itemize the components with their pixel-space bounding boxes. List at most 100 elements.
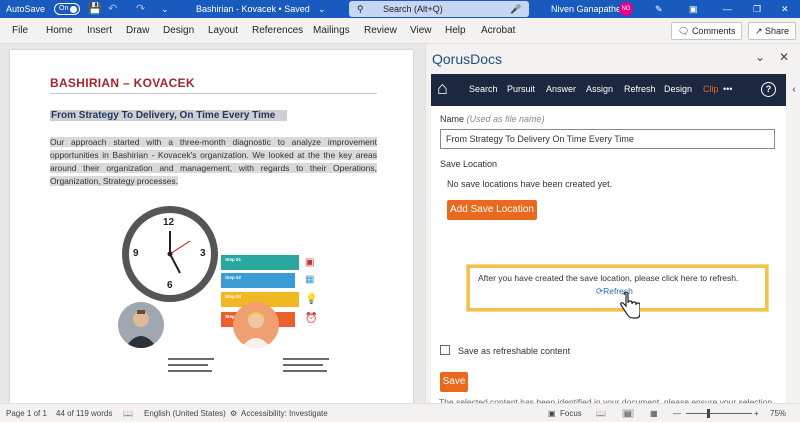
name-field[interactable]: From Strategy To Delivery On Time Every … [440, 129, 775, 149]
doc-heading: BASHIRIAN – KOVACEK [50, 76, 195, 90]
menu-draw[interactable]: Draw [126, 25, 149, 36]
nav-search[interactable]: Search [469, 84, 498, 94]
avatar[interactable]: NG [619, 2, 633, 16]
businesswoman-figure [241, 312, 271, 348]
menu-design[interactable]: Design [163, 25, 194, 36]
clock-hands [167, 231, 191, 274]
focus-button[interactable]: Focus [560, 409, 582, 418]
document-page[interactable] [10, 50, 413, 403]
menu-file[interactable]: File [12, 25, 28, 36]
autosave-state: On [59, 5, 69, 12]
heading-divider [50, 93, 377, 94]
pane-close-icon[interactable]: ✕ [779, 50, 789, 64]
read-mode-icon[interactable]: 📖 [596, 409, 606, 418]
pen-icon[interactable]: ✎ [655, 0, 663, 18]
nav-design[interactable]: Design [664, 84, 692, 94]
language[interactable]: English (United States) [144, 409, 226, 418]
menu-insert[interactable]: Insert [87, 25, 112, 36]
share-icon: ↗ [755, 26, 766, 36]
menu-acrobat[interactable]: Acrobat [481, 25, 515, 36]
save-button[interactable]: Save [440, 372, 468, 392]
minimize-icon[interactable]: — [723, 0, 732, 18]
clock-face: 12 3 6 9 [129, 213, 211, 295]
menu-references[interactable]: References [252, 25, 303, 36]
page-count[interactable]: Page 1 of 1 [6, 409, 47, 418]
save-icon[interactable]: 💾 [88, 0, 102, 18]
title-bar: AutoSave On 💾 ↶ ↷ ⌄ Bashirian - Kovacek … [0, 0, 800, 18]
word-count[interactable]: 44 of 119 words [56, 409, 112, 418]
money-icon: ▣ [305, 257, 315, 268]
name-label-text: Name [440, 114, 465, 124]
customize-icon[interactable]: ⌄ [161, 0, 169, 18]
print-layout-icon[interactable]: ▤ [622, 409, 634, 418]
add-save-location-button[interactable]: Add Save Location [447, 200, 537, 220]
share-label: Share [765, 26, 790, 36]
zoom-slider-thumb[interactable] [707, 409, 710, 418]
step-label-3: Step 03 [225, 294, 242, 299]
menu-layout[interactable]: Layout [208, 25, 238, 36]
nav-answer[interactable]: Answer [546, 84, 576, 94]
refreshable-label: Save as refreshable content [458, 346, 571, 356]
placeholder-text-line [168, 358, 214, 360]
zoom-in-icon[interactable]: + [754, 409, 759, 418]
nav-assign[interactable]: Assign [586, 84, 613, 94]
alarm-icon: ⏰ [305, 313, 318, 324]
refresh-callout[interactable]: After you have created the save location… [467, 265, 768, 319]
nav-refresh[interactable]: Refresh [624, 84, 656, 94]
menu-home[interactable]: Home [46, 25, 73, 36]
comment-icon: 🗨 [678, 26, 692, 36]
step-banner-2: Step 02 [221, 273, 295, 288]
comments-button[interactable]: 🗨 Comments [671, 22, 743, 40]
menu-review[interactable]: Review [364, 25, 397, 36]
refreshable-checkbox[interactable] [440, 345, 450, 355]
undo-icon[interactable]: ↶ [108, 0, 117, 18]
lightbulb-icon: 💡 [305, 294, 318, 305]
microphone-icon[interactable]: 🎤 [510, 1, 521, 17]
home-icon[interactable]: ⌂ [437, 78, 448, 99]
name-label: Name (Used as file name) [440, 114, 545, 124]
name-hint: (Used as file name) [466, 114, 545, 124]
close-icon[interactable]: ✕ [781, 0, 789, 18]
clock-graphic: 12 3 6 9 [122, 206, 218, 302]
zoom-slider[interactable] [686, 413, 752, 414]
web-layout-icon[interactable]: ▦ [650, 409, 658, 418]
comments-label: Comments [691, 26, 736, 36]
doc-subheading: From Strategy To Delivery, On Time Every… [50, 110, 288, 121]
menu-help[interactable]: Help [445, 25, 466, 36]
qorusdocs-pane: QorusDocs ⌄ ✕ ⌂ Search Pursuit Answer As… [425, 44, 800, 420]
zoom-out-icon[interactable]: — [673, 409, 681, 418]
search-input[interactable]: ⚲ Search (Alt+Q) 🎤 [349, 1, 529, 17]
share-button[interactable]: ↗ Share [748, 22, 797, 40]
step-label-2: Step 02 [225, 275, 242, 280]
redo-icon[interactable]: ↷ [136, 0, 145, 18]
folder-icon: ▦ [305, 274, 315, 285]
pane-collapse-chevron-icon[interactable]: ‹ [789, 74, 799, 106]
refresh-message: After you have created the save location… [478, 273, 739, 283]
doc-paragraph-text: Our approach started with a three-month … [50, 137, 377, 186]
menu-view[interactable]: View [410, 25, 432, 36]
title-dropdown-icon[interactable]: ⌄ [318, 0, 326, 18]
nav-pursuit[interactable]: Pursuit [507, 84, 535, 94]
doc-paragraph: Our approach started with a three-month … [50, 136, 377, 188]
step-banner-1: Step 01 [221, 255, 299, 270]
placeholder-text-line [168, 370, 212, 372]
accessibility-status[interactable]: Accessibility: Investigate [241, 409, 328, 418]
menu-mailings[interactable]: Mailings [313, 25, 350, 36]
autosave-toggle[interactable]: On [54, 3, 80, 15]
document-area [0, 44, 425, 403]
placeholder-text-line [283, 370, 327, 372]
placeholder-text-line [283, 358, 329, 360]
autosave-label: AutoSave [6, 4, 46, 14]
status-bar: Page 1 of 1 44 of 119 words 📖 English (U… [0, 403, 800, 422]
restore-icon[interactable]: ❐ [753, 0, 761, 18]
nav-clip[interactable]: Clip [703, 84, 719, 94]
proofing-icon[interactable]: 📖 [123, 409, 133, 418]
zoom-level[interactable]: 75% [770, 409, 786, 418]
placeholder-text-line [168, 364, 208, 366]
ribbon-display-icon[interactable]: ▣ [689, 0, 698, 18]
accessibility-icon: ⚙ [230, 409, 238, 418]
pane-options-icon[interactable]: ⌄ [755, 50, 765, 64]
more-icon[interactable]: ••• [723, 84, 732, 94]
user-name[interactable]: Niven Ganapathee [551, 0, 626, 18]
help-icon[interactable]: ? [761, 82, 776, 97]
